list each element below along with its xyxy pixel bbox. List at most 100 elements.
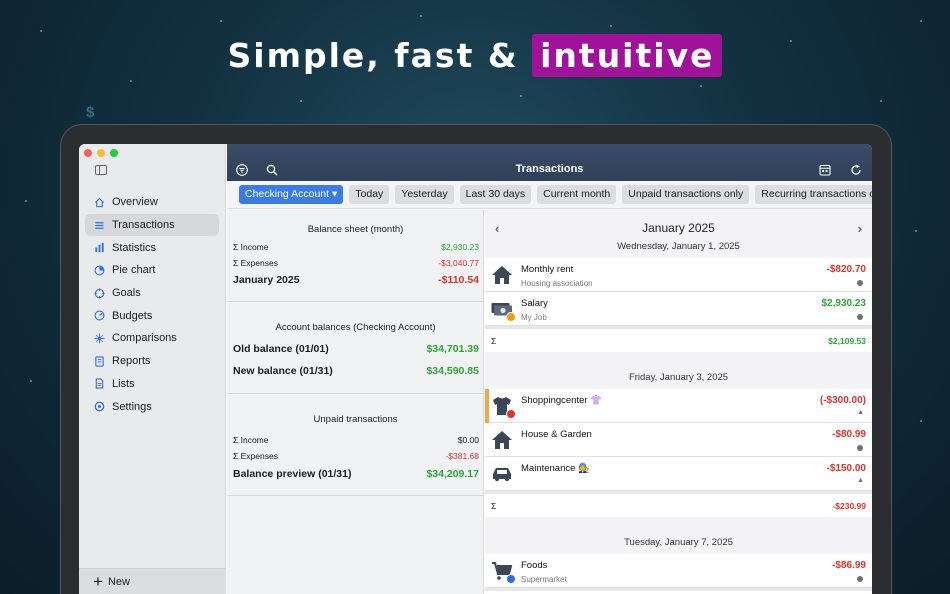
house-icon (490, 428, 514, 452)
balance-income-value: $2,930.23 (441, 242, 479, 252)
flag-marker (485, 389, 489, 423)
status-dot-icon (857, 280, 863, 286)
calendar-icon[interactable] (819, 163, 831, 176)
gear-icon (94, 401, 105, 412)
month-navigator: ‹ January 2025 › (485, 221, 872, 237)
sidebar-item-label: Settings (112, 400, 152, 413)
category-badge-icon (506, 312, 516, 322)
sidebar-item-budgets[interactable]: Budgets (85, 304, 219, 327)
transaction-row[interactable]: Foods Supermarket -$86.99 (485, 554, 872, 588)
unpaid-income-value: $0.00 (457, 435, 479, 445)
balance-income-label: Σ Income (233, 242, 269, 252)
transaction-row[interactable]: Maintenance 🧑‍🔧 -$150.00 ▲ (485, 457, 872, 491)
filter-chip[interactable]: Today (349, 185, 390, 204)
balance-preview-label: Balance preview (01/31) (233, 468, 352, 480)
filter-chip[interactable]: Current month (537, 185, 617, 204)
chevron-right-icon[interactable]: › (858, 221, 862, 236)
transaction-row[interactable]: House & Garden -$80.99 (485, 423, 872, 457)
sidebar-item-transactions[interactable]: Transactions (85, 213, 219, 237)
sidebar-item-reports[interactable]: Reports (85, 350, 219, 373)
filter-chip[interactable]: Unpaid transactions only (622, 185, 750, 204)
sidebar-item-label: Goals (112, 287, 141, 300)
headline: Simple, fast & intuitive (0, 34, 950, 77)
day-header: Friday, January 3, 2025 (628, 372, 729, 383)
filter-chip[interactable]: Yesterday (395, 185, 454, 204)
sidebar-item-goals[interactable]: Goals (85, 282, 219, 305)
summary-panel: Balance sheet (month) Σ Income $2,930.23… (227, 210, 484, 594)
transaction-name: Salary (521, 298, 548, 309)
car-icon (490, 462, 514, 486)
new-balance-row: New balance (01/31) $34,590.85 (233, 365, 479, 377)
house-icon (490, 263, 514, 287)
sidebar-item-label: Statistics (112, 241, 157, 254)
account-balances-title: Account balances (Checking Account) (275, 322, 436, 333)
sidebar-item-label: Lists (112, 377, 135, 390)
headline-highlight: intuitive (532, 34, 723, 77)
transaction-payee: Housing association (521, 279, 593, 288)
close-window-button[interactable] (84, 149, 92, 157)
comparison-icon (94, 333, 105, 344)
divider (227, 393, 484, 394)
sidebar-item-lists[interactable]: Lists (85, 373, 219, 396)
sidebar-item-pie-chart[interactable]: Pie chart (85, 259, 219, 282)
balance-expenses-label: Σ Expenses (233, 258, 278, 268)
day-header: Tuesday, January 7, 2025 (624, 537, 733, 548)
category-badge-icon (506, 409, 516, 419)
transaction-amount: -$80.99 (832, 429, 866, 440)
sidebar: Overview Transactions Statistics Pie chart G… (79, 144, 226, 594)
transaction-amount: -$86.99 (832, 560, 866, 571)
filter-chip[interactable]: Recurring transactions only (755, 185, 872, 204)
balance-preview-value: $34,209.17 (426, 468, 479, 480)
sidebar-item-statistics[interactable]: Statistics (85, 236, 219, 259)
transaction-row[interactable]: Salary My Job $2,930.23 (485, 292, 872, 326)
new-button-label: New (107, 575, 130, 588)
month-label: January 2025 (642, 221, 715, 235)
pie-chart-icon (94, 265, 105, 276)
dollar-decoration: $ (86, 104, 95, 121)
filter-chip[interactable]: Last 30 days (459, 185, 532, 204)
old-balance-label: Old balance (01/01) (233, 343, 329, 355)
house-icon (94, 197, 105, 208)
gauge-icon (94, 310, 105, 321)
account-selector-label: Checking Account (245, 188, 330, 200)
category-badge-icon (506, 574, 516, 584)
sigma-label: Σ (491, 501, 497, 511)
day-sum-value: -$230.99 (832, 501, 866, 511)
sidebar-item-settings[interactable]: Settings (85, 395, 219, 418)
new-balance-value: $34,590.85 (426, 365, 479, 377)
document-icon (94, 378, 105, 389)
unpaid-income-row: Σ Income $0.00 (233, 435, 479, 445)
main-area: Transactions Checking Account ▾ Today Yes… (227, 144, 872, 594)
sidebar-toggle-icon[interactable] (95, 165, 107, 175)
sidebar-item-label: Reports (112, 355, 151, 368)
sidebar-item-label: Pie chart (112, 264, 156, 277)
target-icon (94, 288, 105, 299)
old-balance-value: $34,701.39 (426, 343, 479, 355)
bell-icon: ▲ (857, 409, 864, 416)
sidebar-item-label: Comparisons (112, 332, 177, 345)
plus-icon: + (93, 572, 103, 591)
transaction-name: Shoppingcenter 👚 (521, 395, 603, 406)
day-sum-value: $2,109.53 (828, 336, 866, 346)
status-dot-icon (857, 445, 863, 451)
sidebar-item-label: Transactions (112, 219, 175, 232)
transaction-row[interactable]: Shoppingcenter 👚 (-$300.00) ▲ (485, 389, 872, 423)
day-header: Wednesday, January 1, 2025 (617, 241, 740, 252)
headline-text: Simple, fast & (227, 36, 533, 75)
sidebar-item-overview[interactable]: Overview (85, 191, 219, 214)
app-window: Overview Transactions Statistics Pie chart G… (79, 144, 872, 594)
balance-period-row: January 2025 -$110.54 (233, 274, 479, 286)
balance-period-value: -$110.54 (438, 274, 479, 286)
transaction-name: House & Garden (521, 429, 592, 440)
account-selector[interactable]: Checking Account ▾ (239, 185, 344, 204)
chevron-left-icon[interactable]: ‹ (495, 221, 499, 236)
refresh-icon[interactable] (850, 163, 862, 175)
new-button[interactable]: + New (79, 568, 226, 594)
transaction-row[interactable]: Monthly rent Housing association -$820.70 (485, 258, 872, 292)
sidebar-item-label: Budgets (112, 309, 153, 322)
sidebar-item-comparisons[interactable]: Comparisons (85, 327, 219, 350)
zoom-window-button[interactable] (110, 149, 118, 157)
unpaid-expenses-label: Σ Expenses (233, 451, 278, 461)
toolbar: Transactions (227, 144, 872, 181)
minimize-window-button[interactable] (97, 149, 105, 157)
